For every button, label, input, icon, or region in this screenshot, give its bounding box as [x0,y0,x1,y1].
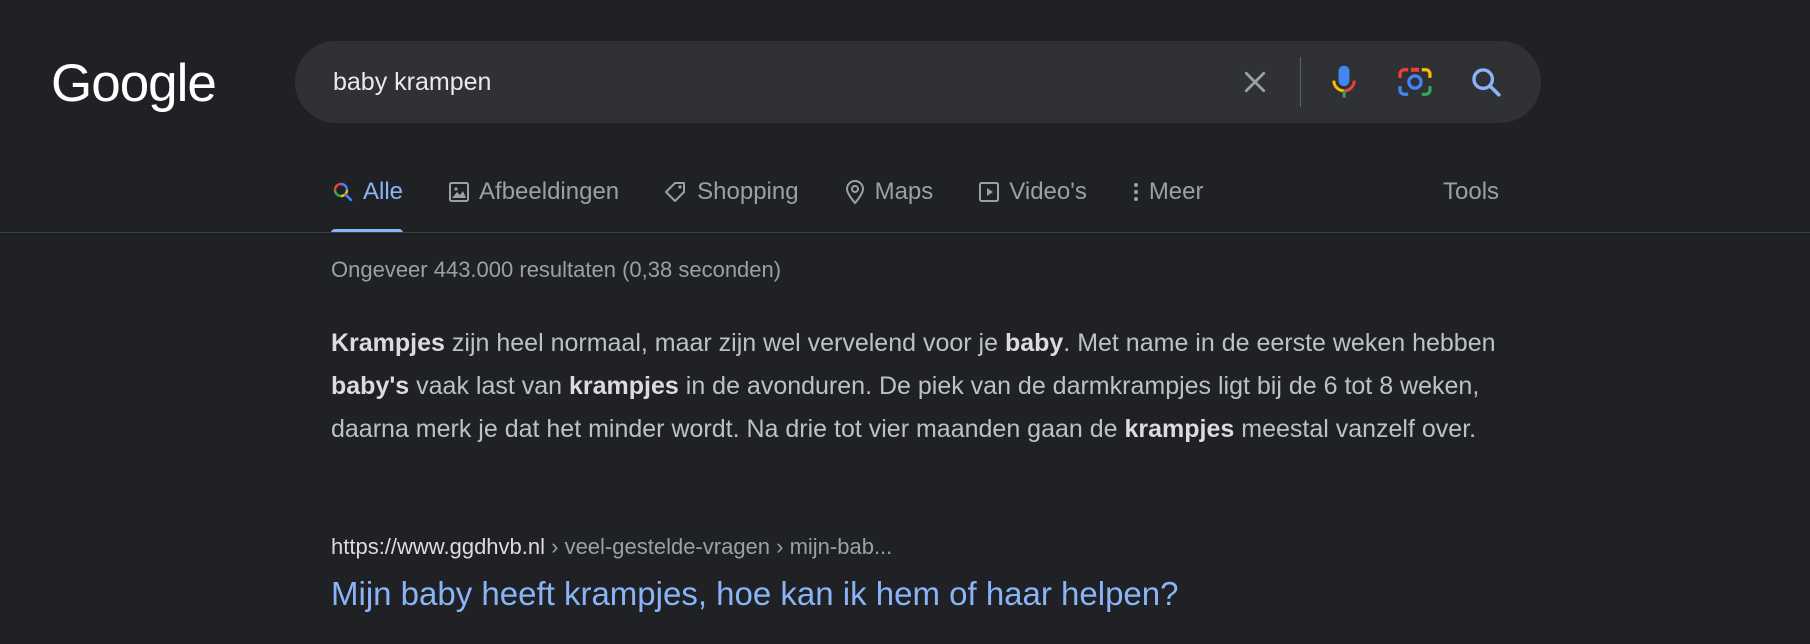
snippet-segment: meestal vanzelf over. [1234,415,1477,443]
snippet-segment: baby [1004,329,1064,357]
map-pin-icon [843,179,867,205]
image-icon [447,180,471,204]
tab-maps[interactable]: Maps [843,168,934,216]
search-results-page: Google baby krampen Alle Afbeeldingen Sh… [0,0,1810,644]
search-button[interactable] [1462,58,1510,106]
snippet-segment: Krampjes [331,329,445,357]
search-multicolor-icon [331,180,355,204]
snippet-segment: vaak last van [409,372,570,400]
tab-more[interactable]: Meer [1131,168,1204,216]
snippet-segment: krampjes [1124,415,1235,443]
result-path: › veel-gestelde-vragen › mijn-bab... [545,534,893,559]
tab-label: Afbeeldingen [479,178,620,205]
tools-button[interactable]: Tools [1443,168,1499,216]
search-icon [1472,68,1501,97]
tab-label: Maps [874,178,934,205]
voice-search-button[interactable] [1320,58,1368,106]
camera-lens-icon [1398,67,1432,96]
search-bar-divider [1300,57,1301,107]
search-tabs: Alle Afbeeldingen Shopping Maps Video's … [331,168,1248,233]
tab-label: Video's [1009,178,1087,205]
clear-search-button[interactable] [1231,58,1279,106]
close-icon [1244,71,1266,93]
snippet-segment: . Met name in de eerste weken hebben [1063,329,1496,357]
snippet-segment: krampjes [569,372,679,400]
tab-label: Meer [1148,178,1204,205]
tag-icon [663,180,689,204]
result-url-breadcrumb[interactable]: https://www.ggdhvb.nl › veel-gestelde-vr… [331,534,892,560]
tab-videos[interactable]: Video's [977,168,1087,216]
tab-images[interactable]: Afbeeldingen [447,168,619,216]
tabs-divider [0,232,1810,233]
tab-shopping[interactable]: Shopping [663,168,799,216]
more-vertical-icon [1131,180,1141,204]
tab-all[interactable]: Alle [331,168,404,233]
play-icon [977,180,1001,204]
result-domain: https://www.ggdhvb.nl [331,534,546,559]
snippet-segment: zijn heel normaal, maar zijn wel vervele… [444,329,1005,357]
search-bar[interactable] [295,41,1541,123]
search-input[interactable] [333,63,1213,101]
google-logo[interactable]: Google [51,52,217,116]
result-title-link[interactable]: Mijn baby heeft krampjes, hoe kan ik hem… [331,575,1179,613]
featured-snippet-text: Krampjes zijn heel normaal, maar zijn we… [331,322,1531,451]
image-search-button[interactable] [1391,58,1439,106]
result-stats: Ongeveer 443.000 resultaten (0,38 second… [331,257,782,282]
microphone-icon [1332,65,1356,98]
tab-label: Alle [363,178,404,205]
tab-label: Shopping [697,178,799,205]
snippet-segment: baby's [331,372,410,400]
